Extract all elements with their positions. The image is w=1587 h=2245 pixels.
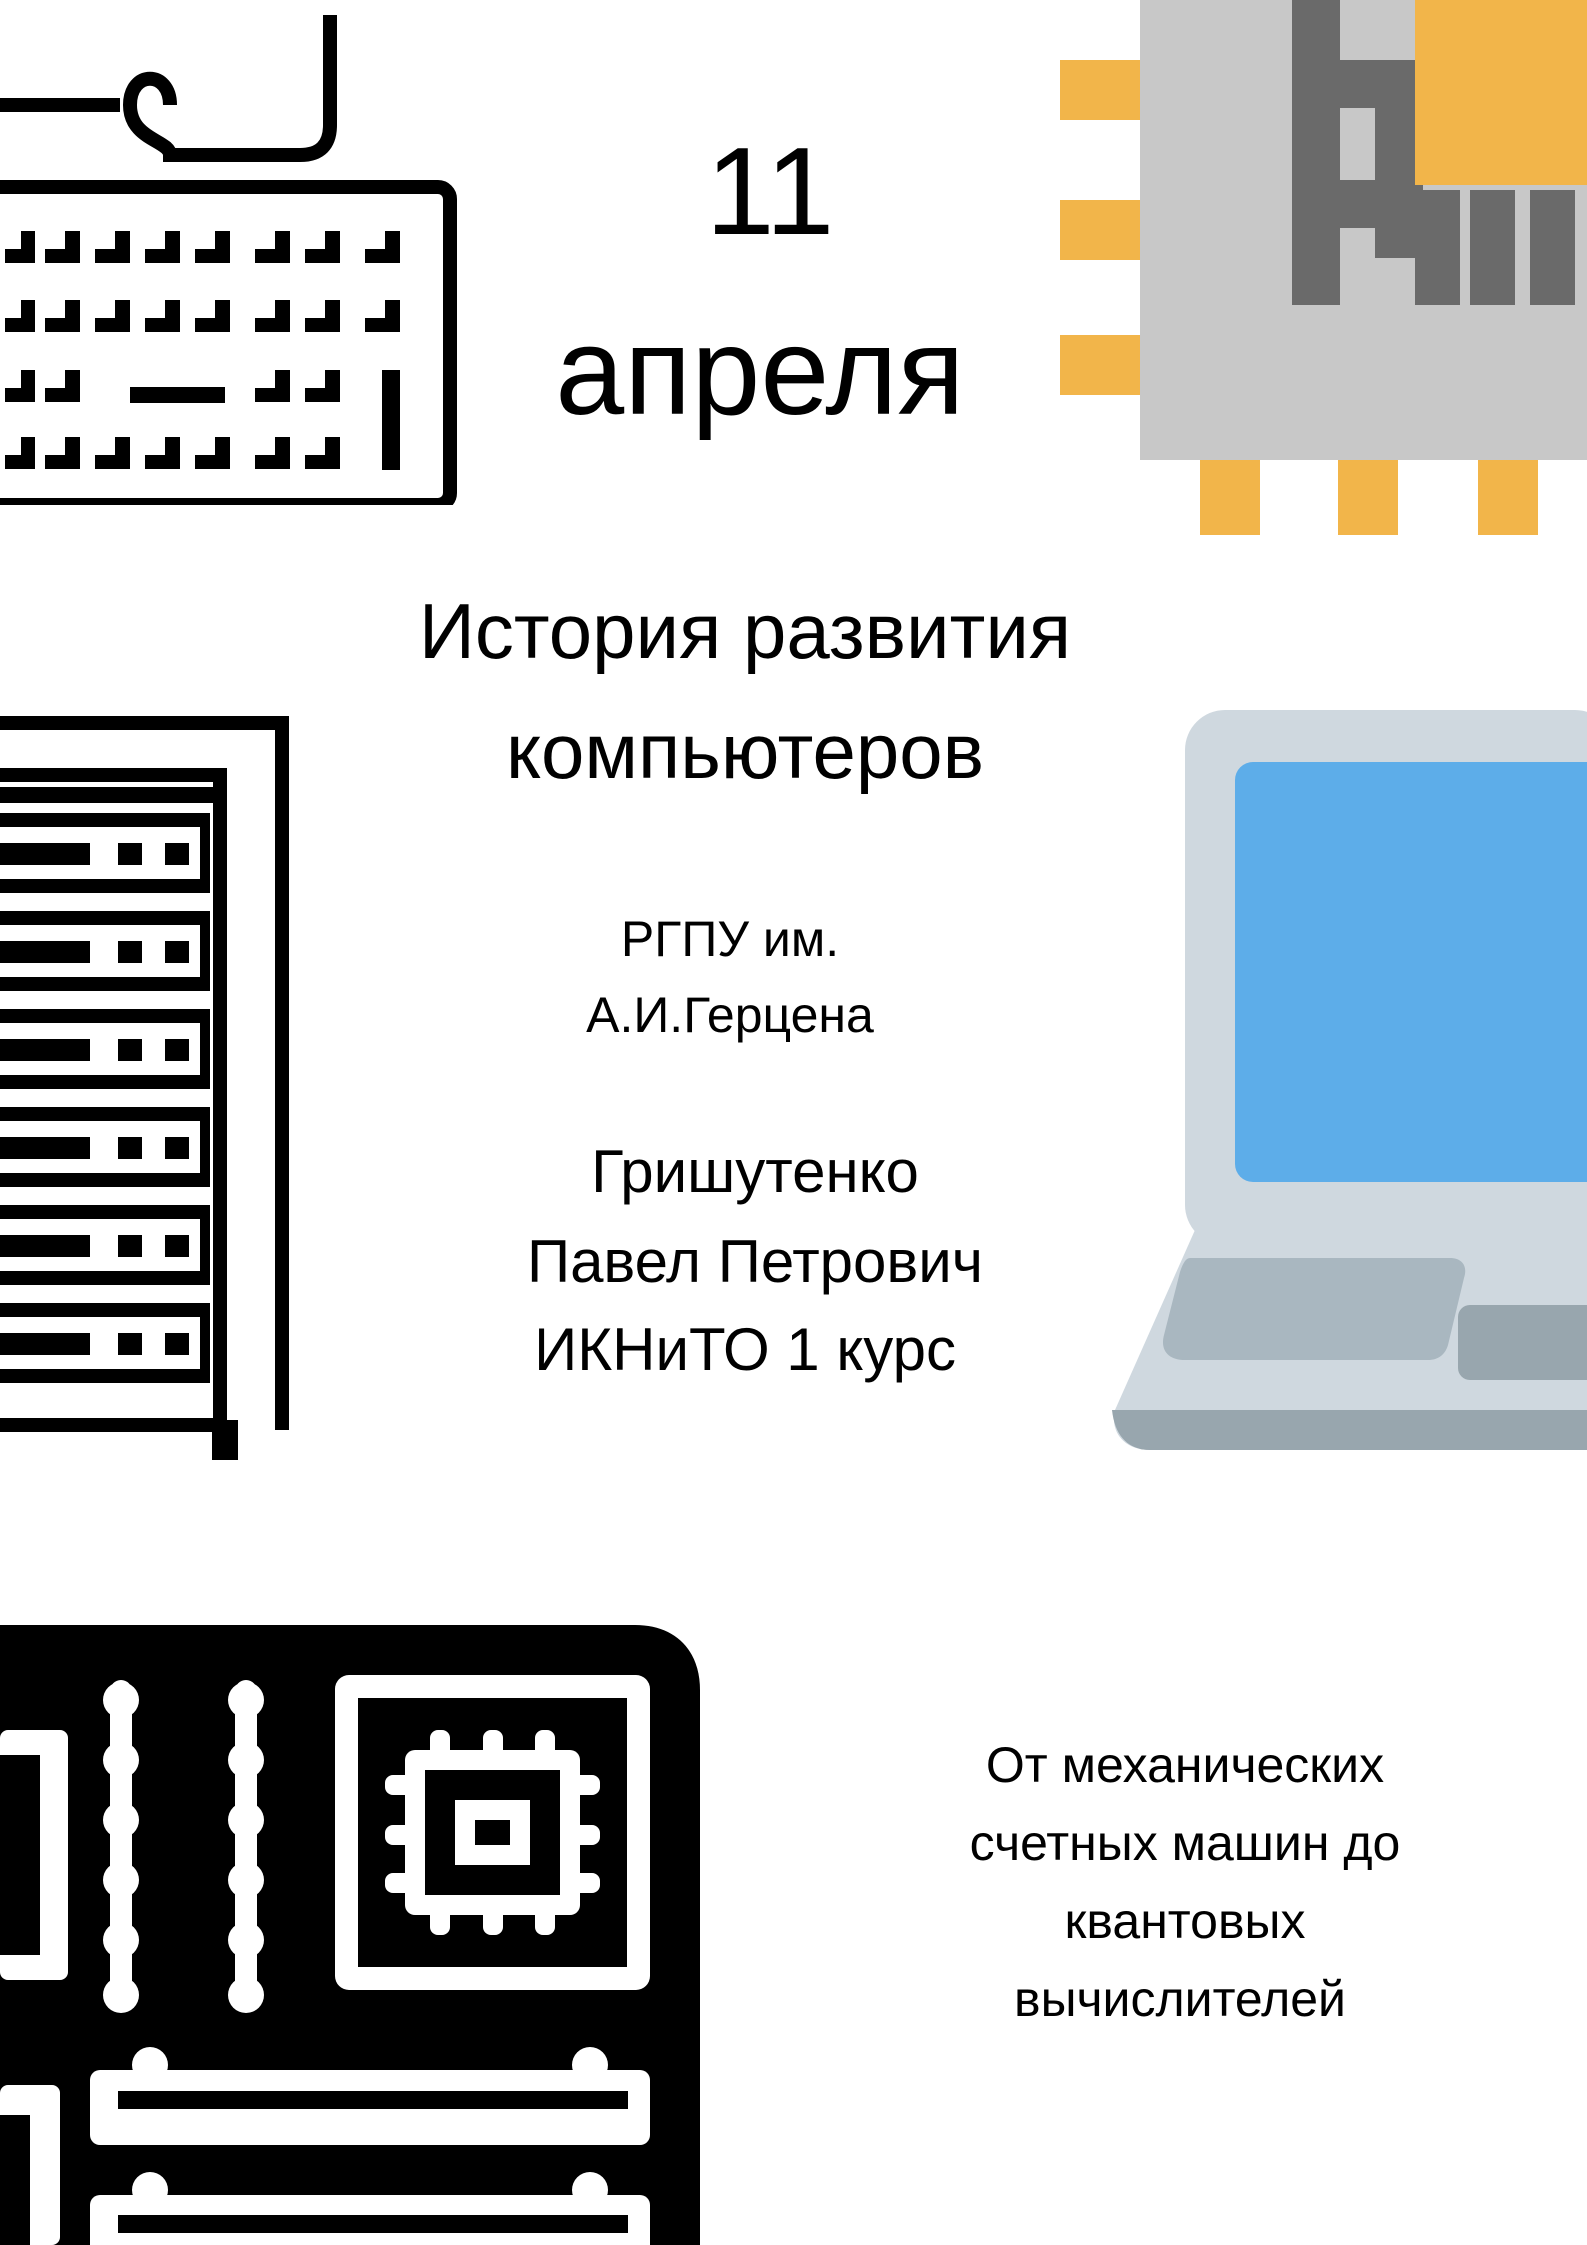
page-title-line-1: История развития: [418, 587, 1072, 675]
description-line-1: От механических: [985, 1737, 1385, 1793]
laptop-icon: [1112, 710, 1587, 1450]
page-title-line-2: компьютеров: [505, 707, 985, 795]
cpu-chip-icon: [1060, 0, 1587, 535]
university-line-2: А.И.Герцена: [586, 987, 874, 1043]
description-line-2: счетных машин до: [969, 1815, 1401, 1871]
motherboard-icon: [0, 1625, 700, 2245]
author-course: ИКНиТО 1 курс: [534, 1316, 956, 1383]
keyboard-icon: [0, 15, 457, 505]
description-line-3: квантовых: [1064, 1893, 1306, 1949]
author-name: Павел Петрович: [526, 1228, 984, 1295]
university-line-1: РГПУ им.: [620, 911, 840, 967]
server-rack-icon: [0, 716, 289, 1460]
date-month: апреля: [555, 303, 965, 441]
date-day: 11: [705, 123, 835, 261]
description-line-4: вычислителей: [1014, 1971, 1346, 2027]
author-surname: Гришутенко: [591, 1138, 919, 1205]
